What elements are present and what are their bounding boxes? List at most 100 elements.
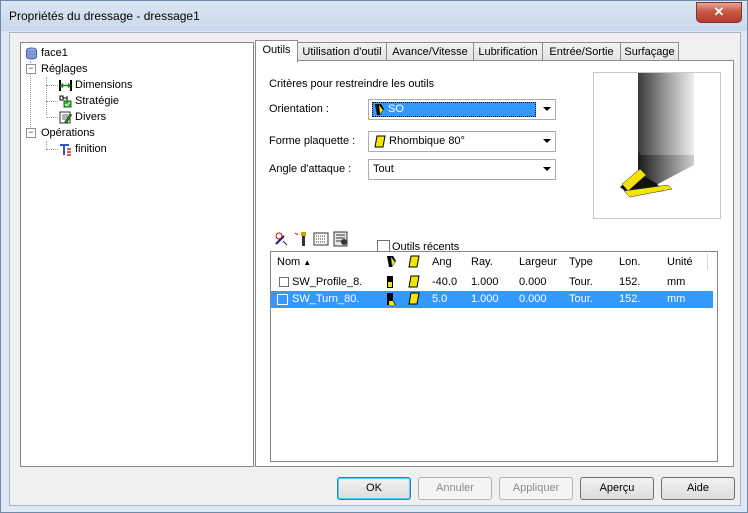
chevron-down-icon[interactable] (543, 139, 551, 143)
tab-panel-outils: Critères pour restreindre les outils Ori… (255, 60, 734, 467)
tool-preview-image (593, 72, 721, 219)
orientation-icon (387, 293, 396, 305)
tab-lubrification[interactable]: Lubrification (473, 42, 543, 61)
forme-plaquette-value: Rhombique 80° (389, 135, 465, 147)
dialog-client-area: face1 − Réglages Dimensions Stratégie Di… (9, 32, 741, 506)
strategy-icon (59, 95, 72, 108)
table-row[interactable]: SW_Turn_80. 5.0 1.000 0.000 Tour. 152. m… (271, 291, 713, 308)
insert-shape-column-icon[interactable] (408, 255, 420, 268)
column-header-lon[interactable]: Lon. (619, 256, 640, 268)
turning-tool-icon (60, 143, 71, 156)
tool-list-header: Nom ▲ Ang Ray. Largeur Type Lon. Unité (271, 252, 715, 272)
orientation-so-icon (375, 104, 384, 115)
tool-ray: 1.000 (471, 276, 499, 288)
dimensions-icon (59, 79, 72, 91)
tab-strip: Outils Utilisation d'outil Avance/Vitess… (255, 40, 735, 62)
tool-lon: 152. (619, 293, 641, 305)
tool-ang: 5.0 (432, 293, 448, 305)
tool-largeur: 0.000 (519, 293, 547, 305)
angle-attaque-label: Angle d'attaque : (269, 163, 352, 175)
tree-item-reglages[interactable]: Réglages (41, 61, 87, 77)
orientation-value: SO (388, 103, 404, 115)
insert-shape-icon (408, 292, 420, 305)
tab-surfacage[interactable]: Surfaçage (620, 42, 679, 61)
tree-line (46, 149, 58, 150)
tree-item-operations[interactable]: Opérations (41, 125, 95, 141)
tree-item-label: Réglages (41, 63, 88, 76)
tree-item-label: Stratégie (75, 95, 120, 108)
rhombic-insert-icon (374, 135, 386, 148)
angle-attaque-value: Tout (373, 163, 394, 175)
preview-button[interactable]: Aperçu (580, 477, 654, 500)
chevron-down-icon[interactable] (543, 167, 551, 171)
criteria-heading: Critères pour restreindre les outils (269, 78, 435, 90)
tool-largeur: 0.000 (519, 276, 547, 288)
tree-item-label: Dimensions (75, 79, 133, 92)
orientation-icon (387, 276, 393, 288)
collapse-toggle[interactable]: − (26, 128, 36, 138)
forme-plaquette-label: Forme plaquette : (269, 135, 356, 147)
chevron-down-icon[interactable] (543, 107, 551, 111)
orientation-select[interactable]: SO (368, 99, 556, 120)
column-header-type[interactable]: Type (569, 256, 593, 268)
tool-type: Tour. (569, 293, 593, 305)
edit-tool-icon[interactable] (293, 231, 309, 247)
tree-line (46, 141, 47, 149)
dialog-window: Propriétés du dressage - dressage1 ✕ fac… (0, 0, 748, 513)
tree-line (46, 77, 47, 115)
column-header-largeur[interactable]: Largeur (519, 256, 557, 268)
tab-utilisation-outil[interactable]: Utilisation d'outil (297, 42, 387, 61)
tree-item-label: finition (75, 143, 107, 156)
title-bar[interactable]: Propriétés du dressage - dressage1 ✕ (1, 1, 747, 31)
cancel-button[interactable]: Annuler (418, 477, 492, 500)
collapse-toggle[interactable]: − (26, 64, 36, 74)
insert-shape-icon (408, 275, 420, 288)
tool-unite: mm (667, 276, 686, 288)
new-tool-icon[interactable] (273, 231, 289, 247)
apply-button[interactable]: Appliquer (499, 477, 573, 500)
tool-ray: 1.000 (471, 293, 499, 305)
header-end-divider (707, 254, 716, 270)
angle-attaque-select[interactable]: Tout (368, 159, 556, 180)
column-header-nom[interactable]: Nom ▲ (277, 256, 311, 268)
tree-item-label: face1 (41, 47, 68, 60)
tree-line (46, 101, 58, 102)
database-icon (26, 47, 37, 60)
tab-entree-sortie[interactable]: Entrée/Sortie (542, 42, 621, 61)
tool-list[interactable]: Nom ▲ Ang Ray. Largeur Type Lon. Unité S… (270, 251, 718, 462)
tab-outils[interactable]: Outils (255, 40, 298, 62)
orientation-column-icon[interactable] (386, 255, 397, 268)
forme-plaquette-select[interactable]: Rhombique 80° (368, 131, 556, 152)
tool-library-icon[interactable] (313, 231, 329, 247)
tab-avance-vitesse[interactable]: Avance/Vitesse (386, 42, 474, 61)
window-title: Propriétés du dressage - dressage1 (9, 9, 200, 23)
help-button[interactable]: Aide (661, 477, 735, 500)
tool-name: SW_Profile_8. (292, 276, 363, 288)
column-header-unite[interactable]: Unité (667, 256, 693, 268)
column-header-ray[interactable]: Ray. (471, 256, 493, 268)
tool-database-icon[interactable] (333, 231, 349, 247)
tree-line (46, 85, 58, 86)
close-button[interactable]: ✕ (696, 2, 742, 23)
orientation-label: Orientation : (269, 103, 329, 115)
tool-unite: mm (667, 293, 686, 305)
tool-name: SW_Turn_80. (292, 293, 360, 305)
table-row[interactable]: SW_Profile_8. -40.0 1.000 0.000 Tour. 15… (271, 274, 713, 291)
operation-tree[interactable]: face1 − Réglages Dimensions Stratégie Di… (20, 42, 254, 467)
tree-item-finition[interactable]: finition (59, 141, 107, 157)
tree-item-label: Opérations (41, 127, 95, 140)
row-checkbox[interactable] (279, 277, 289, 287)
tree-item-divers[interactable]: Divers (59, 109, 106, 125)
ok-button[interactable]: OK (337, 477, 411, 500)
tree-item-dimensions[interactable]: Dimensions (59, 77, 132, 93)
sort-ascending-icon: ▲ (303, 258, 312, 267)
tree-item-face1[interactable]: face1 (25, 45, 68, 61)
row-status-icon (277, 294, 288, 305)
tree-item-label: Divers (75, 111, 107, 124)
tree-line (46, 117, 58, 118)
column-header-ang[interactable]: Ang (432, 256, 452, 268)
tool-type: Tour. (569, 276, 593, 288)
turning-tool-preview-icon (620, 73, 694, 198)
tree-item-strategie[interactable]: Stratégie (59, 93, 119, 109)
tool-ang: -40.0 (432, 276, 458, 288)
